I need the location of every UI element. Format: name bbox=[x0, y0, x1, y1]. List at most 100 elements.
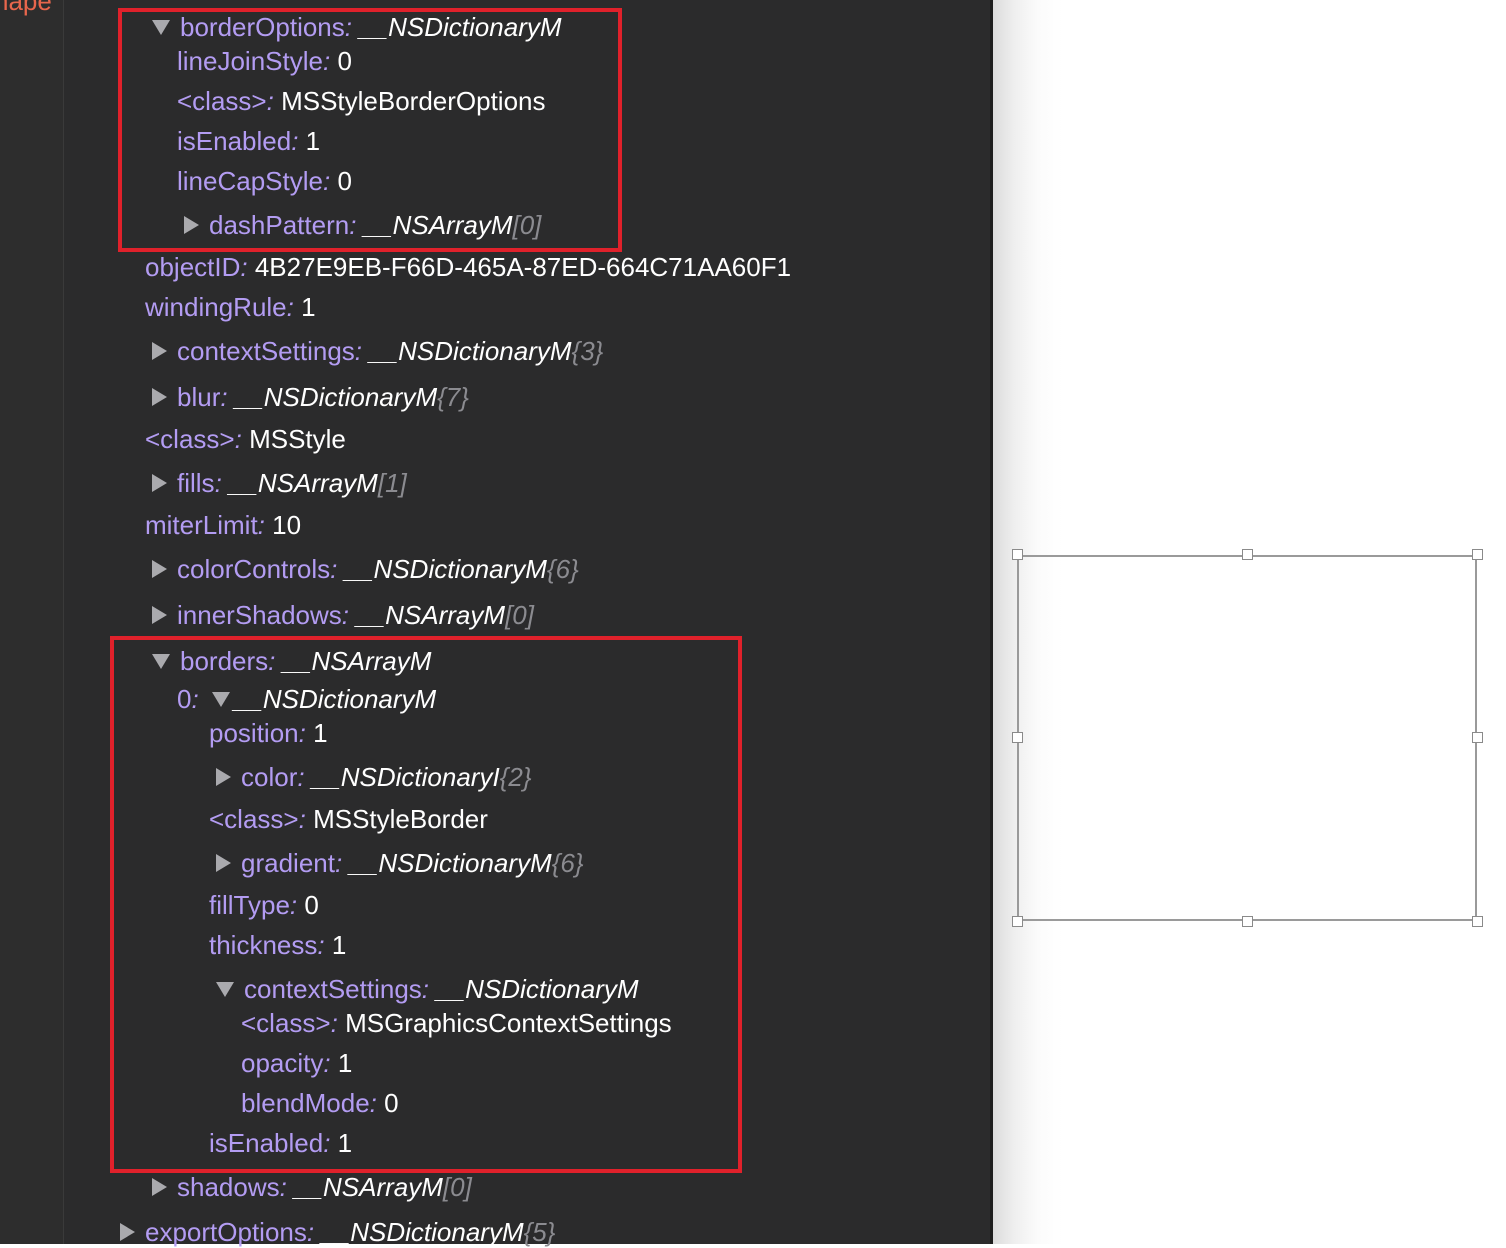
key-separator: : bbox=[279, 1172, 295, 1202]
property-key: fills bbox=[177, 468, 215, 498]
tree-row[interactable]: thickness: 1 bbox=[209, 929, 346, 961]
tree-row[interactable]: windingRule: 1 bbox=[145, 291, 316, 323]
tree-row[interactable]: blendMode: 0 bbox=[241, 1087, 399, 1119]
property-value: 10 bbox=[272, 510, 302, 540]
key-separator: : bbox=[349, 210, 364, 240]
property-key: color bbox=[241, 762, 298, 792]
property-value: 1 bbox=[337, 1048, 353, 1078]
property-type: __NSArrayM bbox=[356, 600, 506, 630]
key-separator: : bbox=[322, 46, 338, 76]
property-key: <class> bbox=[209, 804, 299, 834]
resize-handle-bottom-right[interactable] bbox=[1472, 916, 1483, 927]
tree-row[interactable]: borders: __NSArrayM bbox=[152, 645, 431, 677]
disclosure-triangle-down-icon[interactable] bbox=[216, 981, 234, 997]
key-separator: : bbox=[323, 1128, 338, 1158]
tree-row[interactable]: lineCapStyle: 0 bbox=[177, 165, 352, 197]
tree-row[interactable]: contextSettings: __NSDictionaryM{3} bbox=[152, 335, 603, 367]
resize-handle-bottom-left[interactable] bbox=[1012, 916, 1023, 927]
key-separator: : bbox=[344, 12, 360, 42]
collection-count: {6} bbox=[546, 554, 579, 584]
collection-count: [0] bbox=[512, 210, 542, 240]
key-separator: : bbox=[354, 336, 370, 366]
disclosure-triangle-right-icon[interactable] bbox=[152, 342, 167, 361]
tree-row[interactable]: 0: __NSDictionaryM bbox=[177, 683, 436, 715]
property-type: __NSDictionaryM bbox=[234, 382, 438, 412]
resize-handle-right[interactable] bbox=[1472, 732, 1483, 743]
tree-row[interactable]: lineJoinStyle: 0 bbox=[177, 45, 352, 77]
tree-row[interactable]: isEnabled: 1 bbox=[209, 1127, 352, 1159]
property-type: __NSArrayM bbox=[229, 468, 378, 498]
property-type: __NSDictionaryM bbox=[369, 336, 572, 366]
key-separator: : bbox=[341, 600, 357, 630]
tree-row[interactable]: opacity: 1 bbox=[241, 1047, 352, 1079]
property-key: <class> bbox=[241, 1008, 331, 1038]
resize-handle-top-left[interactable] bbox=[1012, 549, 1023, 560]
property-value: 1 bbox=[305, 126, 321, 156]
disclosure-triangle-right-icon[interactable] bbox=[184, 216, 199, 235]
tree-row[interactable]: color: __NSDictionaryI{2} bbox=[216, 761, 532, 793]
property-key: lineJoinStyle bbox=[177, 46, 323, 76]
property-type: __NSDictionaryI bbox=[311, 762, 500, 792]
tree-row[interactable]: fillType: 0 bbox=[209, 889, 319, 921]
collection-count: {2} bbox=[499, 762, 532, 792]
gutter-label: hape bbox=[0, 0, 52, 16]
tree-row[interactable]: blur: __NSDictionaryM{7} bbox=[152, 381, 469, 413]
resize-handle-bottom[interactable] bbox=[1242, 916, 1253, 927]
collection-count: {6} bbox=[551, 848, 584, 878]
tree-row[interactable]: colorControls: __NSDictionaryM{6} bbox=[152, 553, 579, 585]
property-key: <class> bbox=[177, 86, 267, 116]
disclosure-triangle-right-icon[interactable] bbox=[152, 474, 167, 493]
property-value: 1 bbox=[301, 292, 316, 322]
tree-row[interactable]: <class>: MSStyleBorderOptions bbox=[177, 85, 546, 117]
property-value: 0 bbox=[384, 1088, 399, 1118]
tree-row[interactable]: dashPattern: __NSArrayM[0] bbox=[184, 209, 541, 241]
selected-rectangle-layer[interactable] bbox=[1017, 555, 1477, 921]
tree-row[interactable]: contextSettings: __NSDictionaryM bbox=[216, 973, 639, 1005]
tree-row[interactable]: isEnabled: 1 bbox=[177, 125, 320, 157]
tree-row[interactable]: <class>: MSStyle bbox=[145, 423, 346, 455]
property-value: MSStyleBorderOptions bbox=[281, 86, 546, 116]
disclosure-triangle-right-icon[interactable] bbox=[152, 1178, 167, 1197]
property-type: __NSArrayM bbox=[282, 646, 432, 676]
tree-row[interactable]: position: 1 bbox=[209, 717, 328, 749]
tree-row[interactable]: <class>: MSStyleBorder bbox=[209, 803, 488, 835]
resize-handle-top-right[interactable] bbox=[1472, 549, 1483, 560]
disclosure-triangle-down-icon[interactable] bbox=[211, 691, 230, 707]
property-key: thickness bbox=[209, 930, 318, 960]
tree-row[interactable]: shadows: __NSArrayM[0] bbox=[152, 1171, 472, 1203]
tree-row[interactable]: gradient: __NSDictionaryM{6} bbox=[216, 847, 584, 879]
property-type: __NSDictionaryM bbox=[321, 1217, 524, 1247]
key-separator: : bbox=[297, 762, 312, 792]
property-key: 0 bbox=[177, 684, 192, 714]
tree-row[interactable]: fills: __NSArrayM[1] bbox=[152, 467, 407, 499]
property-key: blendMode bbox=[241, 1088, 370, 1118]
disclosure-triangle-right-icon[interactable] bbox=[120, 1223, 135, 1242]
disclosure-triangle-down-icon[interactable] bbox=[152, 653, 170, 669]
property-key: isEnabled bbox=[209, 1128, 324, 1158]
tree-row[interactable]: borderOptions: __NSDictionaryM bbox=[152, 11, 562, 43]
resize-handle-top[interactable] bbox=[1242, 549, 1253, 560]
key-separator: : bbox=[369, 1088, 385, 1118]
key-separator: : bbox=[298, 718, 314, 748]
disclosure-triangle-right-icon[interactable] bbox=[216, 768, 231, 787]
tree-row[interactable]: objectID: 4B27E9EB-F66D-465A-87ED-664C71… bbox=[145, 251, 791, 283]
property-value: 1 bbox=[331, 930, 347, 960]
disclosure-triangle-down-icon[interactable] bbox=[152, 19, 170, 35]
tree-row[interactable]: <class>: MSGraphicsContextSettings bbox=[241, 1007, 672, 1039]
disclosure-triangle-right-icon[interactable] bbox=[152, 606, 167, 625]
disclosure-triangle-right-icon[interactable] bbox=[152, 388, 167, 407]
tree-row[interactable]: exportOptions: __NSDictionaryM{5} bbox=[120, 1216, 555, 1248]
disclosure-triangle-right-icon[interactable] bbox=[216, 854, 231, 873]
tree-row[interactable]: innerShadows: __NSArrayM[0] bbox=[152, 599, 534, 631]
key-separator: : bbox=[322, 166, 338, 196]
resize-handle-left[interactable] bbox=[1012, 732, 1023, 743]
property-value: MSStyleBorder bbox=[313, 804, 488, 834]
property-key: objectID bbox=[145, 252, 241, 282]
property-type: __NSDictionaryM bbox=[233, 684, 437, 714]
left-gutter: hape bbox=[0, 0, 64, 1244]
disclosure-triangle-right-icon[interactable] bbox=[152, 560, 167, 579]
property-key: gradient bbox=[241, 848, 335, 878]
tree-row[interactable]: miterLimit: 10 bbox=[145, 509, 301, 541]
property-value: MSStyle bbox=[249, 424, 346, 454]
property-key: borderOptions bbox=[180, 12, 345, 42]
